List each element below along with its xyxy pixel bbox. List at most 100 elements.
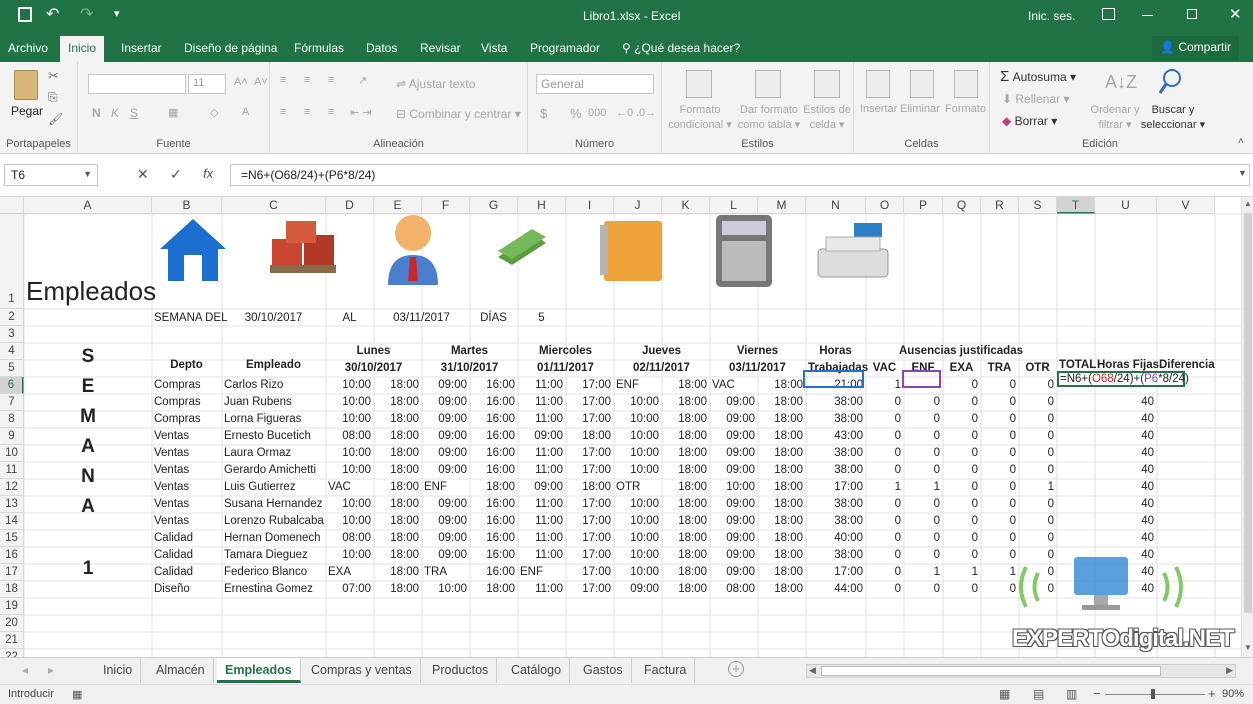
- data-cell[interactable]: 0: [945, 445, 978, 462]
- bold-button[interactable]: N: [92, 106, 101, 120]
- header-day-name[interactable]: Miercoles: [520, 343, 611, 360]
- start-date[interactable]: 30/10/2017: [224, 310, 323, 327]
- data-cell[interactable]: 0: [945, 496, 978, 513]
- data-cell[interactable]: 18:00: [760, 479, 803, 496]
- dept-cell[interactable]: Ventas: [154, 496, 219, 513]
- header-day-date[interactable]: 02/11/2017: [616, 360, 707, 377]
- data-cell[interactable]: 16:00: [472, 428, 515, 445]
- h-scroll-thumb[interactable]: [821, 666, 1161, 676]
- horizontal-scrollbar[interactable]: ◀ ▶: [806, 664, 1236, 678]
- data-cell[interactable]: 10:00: [616, 462, 659, 479]
- data-cell[interactable]: 18:00: [760, 411, 803, 428]
- dept-cell[interactable]: Ventas: [154, 428, 219, 445]
- number-format-box[interactable]: General: [536, 74, 654, 94]
- data-cell[interactable]: 1: [983, 564, 1016, 581]
- dept-cell[interactable]: Calidad: [154, 564, 219, 581]
- data-cell[interactable]: 10:00: [616, 530, 659, 547]
- active-cell-formula[interactable]: =N6+(O68/24)+(P6*8/24): [1057, 371, 1189, 387]
- data-cell[interactable]: 0: [945, 428, 978, 445]
- autosum-button[interactable]: Σ Autosuma ▾: [1000, 68, 1076, 85]
- header-day-date[interactable]: 01/11/2017: [520, 360, 611, 377]
- data-cell[interactable]: 18:00: [760, 428, 803, 445]
- data-cell[interactable]: 40: [1097, 513, 1154, 530]
- header-horas-fijas[interactable]: Horas Fijas: [1097, 343, 1159, 371]
- data-cell[interactable]: 09:00: [712, 411, 755, 428]
- data-cell[interactable]: 18:00: [664, 428, 707, 445]
- employee-name-cell[interactable]: Carlos Rizo: [224, 377, 323, 394]
- data-cell[interactable]: 18:00: [760, 513, 803, 530]
- tell-me-search[interactable]: ⚲ ¿Qué desea hacer?: [622, 41, 740, 55]
- data-cell[interactable]: 0: [1021, 394, 1054, 411]
- data-cell[interactable]: 10:00: [616, 411, 659, 428]
- font-name-box[interactable]: [88, 74, 186, 94]
- sheet-title[interactable]: Empleados: [26, 214, 156, 309]
- data-cell[interactable]: 18:00: [376, 462, 419, 479]
- data-cell[interactable]: 0: [983, 547, 1016, 564]
- data-cell[interactable]: 0: [945, 462, 978, 479]
- tab-archivo[interactable]: Archivo: [8, 41, 48, 55]
- data-cell[interactable]: 17:00: [568, 462, 611, 479]
- data-cell[interactable]: 0: [868, 496, 901, 513]
- data-cell[interactable]: 0: [945, 377, 978, 394]
- underline-button[interactable]: S: [130, 106, 138, 120]
- close-icon[interactable]: ✕: [1229, 5, 1242, 23]
- data-cell[interactable]: 1: [945, 564, 978, 581]
- dept-cell[interactable]: Ventas: [154, 445, 219, 462]
- scroll-left-icon[interactable]: ◀: [809, 665, 816, 676]
- ribbon-display-icon[interactable]: [1102, 8, 1115, 20]
- formula-input[interactable]: =N6+(O68/24)+(P6*8/24): [230, 164, 1250, 186]
- data-cell[interactable]: 40: [1097, 411, 1154, 428]
- dias-value[interactable]: 5: [520, 310, 563, 327]
- data-cell[interactable]: 18:00: [760, 581, 803, 598]
- data-cell[interactable]: 18:00: [664, 496, 707, 513]
- data-cell[interactable]: 18:00: [376, 496, 419, 513]
- data-cell[interactable]: 09:00: [424, 547, 467, 564]
- dept-cell[interactable]: Calidad: [154, 547, 219, 564]
- data-cell[interactable]: 17:00: [568, 377, 611, 394]
- header-horas[interactable]: Horas: [808, 343, 863, 360]
- cut-icon[interactable]: ✂: [48, 68, 59, 84]
- data-cell[interactable]: 0: [906, 496, 940, 513]
- format-painter-icon[interactable]: 🖌: [48, 112, 63, 126]
- data-cell[interactable]: OTR: [616, 479, 659, 496]
- tab-diseno-pagina[interactable]: Diseño de página: [184, 41, 277, 55]
- zoom-slider-thumb[interactable]: [1151, 689, 1155, 699]
- delete-button[interactable]: Eliminar: [900, 103, 940, 115]
- data-cell[interactable]: 18:00: [376, 547, 419, 564]
- data-cell[interactable]: 0: [1021, 377, 1054, 394]
- data-cell[interactable]: 0: [983, 411, 1016, 428]
- header-tra[interactable]: TRA: [983, 360, 1016, 377]
- data-cell[interactable]: 10:00: [616, 394, 659, 411]
- data-cell[interactable]: 16:00: [472, 445, 515, 462]
- data-cell[interactable]: 08:00: [712, 581, 755, 598]
- data-cell[interactable]: ENF: [520, 564, 563, 581]
- data-cell[interactable]: VAC: [712, 377, 755, 394]
- data-cell[interactable]: 18:00: [664, 445, 707, 462]
- macro-record-icon[interactable]: ▦: [72, 688, 82, 701]
- data-cell[interactable]: 09:00: [424, 394, 467, 411]
- data-cell[interactable]: 18:00: [760, 564, 803, 581]
- data-cell[interactable]: 0: [945, 394, 978, 411]
- data-cell[interactable]: 11:00: [520, 496, 563, 513]
- data-cell[interactable]: 10:00: [616, 496, 659, 513]
- data-cell[interactable]: 18:00: [376, 581, 419, 598]
- data-cell[interactable]: VAC: [328, 479, 371, 496]
- header-otr[interactable]: OTR: [1021, 360, 1054, 377]
- data-cell[interactable]: 10:00: [328, 411, 371, 428]
- data-cell[interactable]: 10:00: [328, 462, 371, 479]
- data-cell[interactable]: 0: [868, 428, 901, 445]
- data-cell[interactable]: 10:00: [328, 394, 371, 411]
- data-cell[interactable]: 0: [945, 479, 978, 496]
- insert-button[interactable]: Insertar: [860, 103, 897, 115]
- employee-name-cell[interactable]: Gerardo Amichetti: [224, 462, 323, 479]
- data-cell[interactable]: 18:00: [664, 394, 707, 411]
- data-cell[interactable]: 10:00: [616, 445, 659, 462]
- data-cell[interactable]: 11:00: [520, 513, 563, 530]
- data-cell[interactable]: 09:00: [712, 394, 755, 411]
- data-cell[interactable]: 43:00: [808, 428, 863, 445]
- data-cell[interactable]: 0: [906, 581, 940, 598]
- data-cell[interactable]: 11:00: [520, 377, 563, 394]
- data-cell[interactable]: 18:00: [760, 394, 803, 411]
- sheet-tab-almacen[interactable]: Almacén: [148, 658, 214, 683]
- decrease-decimal-icon[interactable]: .0→: [636, 107, 656, 119]
